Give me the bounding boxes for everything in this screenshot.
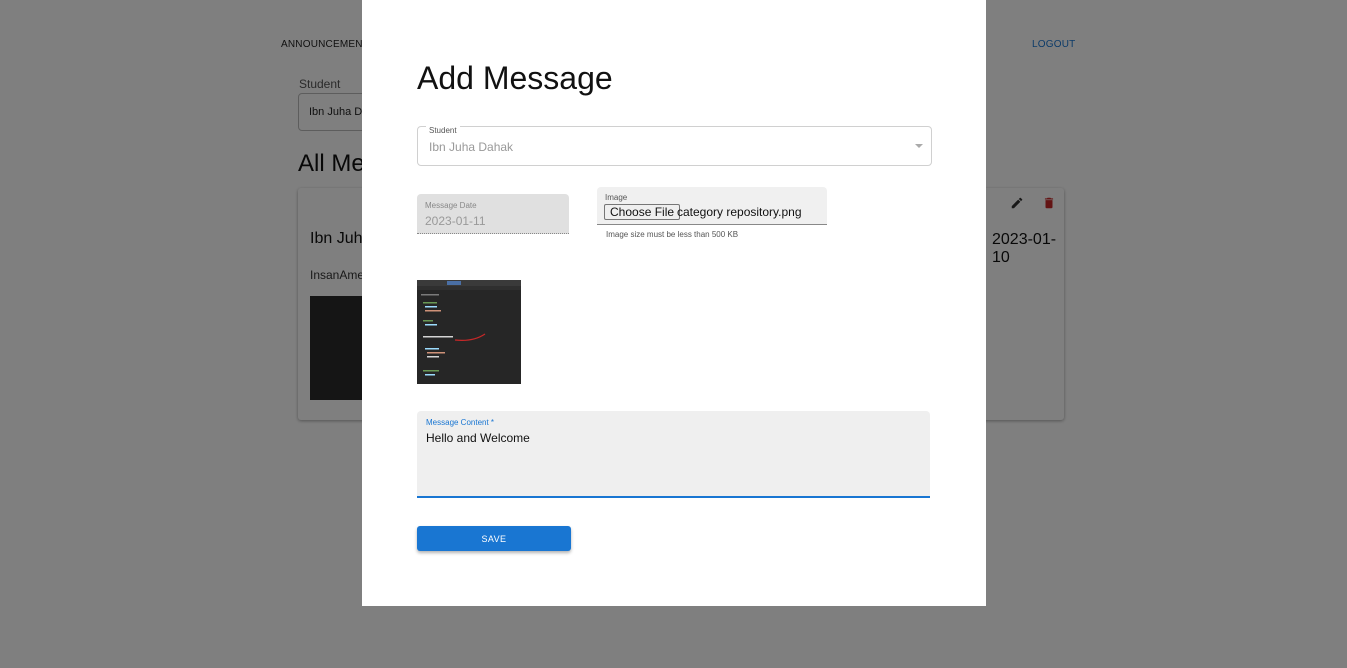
message-date-label: Message Date	[425, 201, 477, 210]
add-message-dialog: Add Message Student Ibn Juha Dahak Messa…	[362, 0, 986, 606]
save-button[interactable]: SAVE	[417, 526, 571, 551]
dialog-title: Add Message	[417, 60, 613, 96]
image-helper-text: Image size must be less than 500 KB	[606, 230, 739, 239]
message-content-label: Message Content *	[426, 418, 495, 427]
caret-down-icon	[915, 144, 923, 148]
message-date-field: Message Date 2023-01-11	[417, 194, 569, 234]
message-date-value: 2023-01-11	[425, 214, 486, 228]
student-value: Ibn Juha Dahak	[429, 140, 514, 154]
choose-file-button[interactable]: Choose File	[604, 204, 681, 220]
student-label: Student	[426, 126, 460, 135]
message-content-value: Hello and Welcome	[426, 431, 530, 445]
message-content-field[interactable]: Message Content * Hello and Welcome	[417, 411, 930, 498]
image-preview	[417, 280, 521, 384]
image-field: Image Choose File category repository.pn…	[597, 187, 827, 225]
image-label: Image	[605, 193, 628, 202]
student-select[interactable]: Student Ibn Juha Dahak	[417, 126, 932, 166]
selected-file-name: category repository.png	[677, 205, 802, 219]
